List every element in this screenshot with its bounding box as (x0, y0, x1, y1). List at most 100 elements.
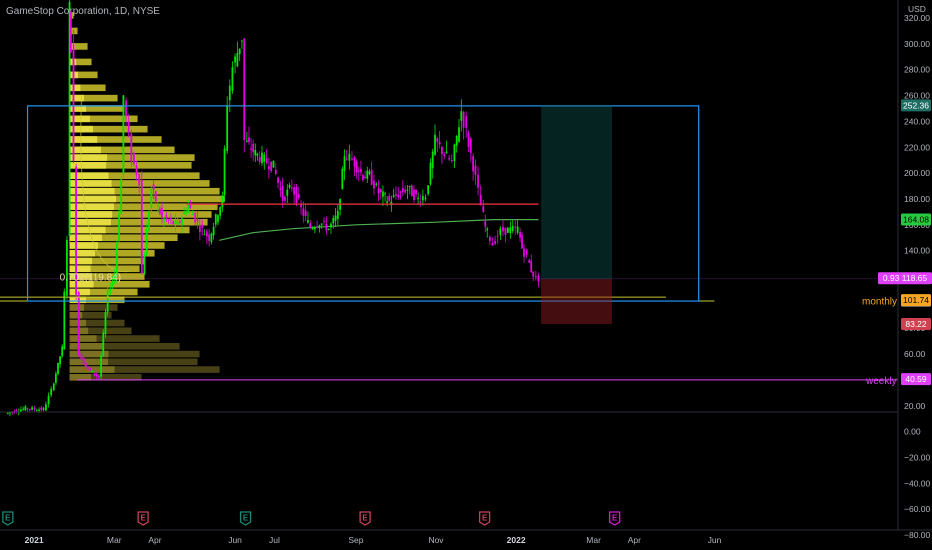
candle-body (499, 228, 502, 236)
earnings-event-letter: E (243, 514, 249, 523)
candle-body (427, 185, 430, 194)
candle-body (89, 367, 92, 370)
candle-body (248, 137, 250, 143)
candle-body (395, 193, 397, 196)
earnings-event-letter: E (482, 514, 488, 523)
candle-body (267, 166, 270, 170)
volume-profile (69, 12, 225, 381)
price-tag-label: 40.59 (905, 374, 927, 384)
candle-body (98, 375, 100, 378)
candle-body (448, 157, 451, 160)
candle-body (410, 185, 413, 197)
candle-body (250, 148, 252, 151)
candle-body (189, 204, 192, 209)
candle-body (462, 112, 465, 128)
candle-body (455, 135, 458, 146)
candle-body (534, 276, 537, 278)
candle-body (370, 170, 373, 185)
candle-body (521, 234, 523, 249)
candle-body (261, 152, 263, 164)
price-axis: USD320.00300.00280.00260.00240.00220.002… (0, 0, 932, 540)
candle-body (125, 100, 127, 117)
fib-label: 0.702(119.84) (60, 273, 122, 284)
candle-body (159, 208, 161, 214)
candle-body (223, 148, 226, 195)
candle-body (102, 332, 105, 356)
candle-body (35, 410, 38, 412)
candle-body (502, 226, 504, 232)
candle-body (336, 210, 339, 220)
candle-body (309, 223, 312, 228)
candle-body (167, 219, 170, 221)
earnings-event-icon[interactable]: E (137, 511, 149, 526)
x-tick-label: Mar (586, 535, 601, 545)
y-tick-label: 140.00 (904, 246, 930, 256)
position-loss-zone[interactable] (541, 279, 613, 325)
candle-body (231, 67, 234, 91)
candle-body (281, 186, 284, 202)
volume-profile-bar-core (69, 162, 107, 169)
candle-body (201, 224, 204, 228)
candle-body (174, 219, 177, 225)
candle-body (401, 187, 404, 193)
earnings-event-icon[interactable]: E (608, 511, 621, 526)
earnings-event-icon[interactable]: E (2, 511, 14, 526)
x-tick-label: Jul (269, 535, 280, 545)
candle-body (254, 149, 257, 156)
y-tick-label: −60.00 (904, 504, 931, 514)
candle-body (217, 215, 219, 223)
candle-body (191, 214, 194, 216)
price-chart[interactable]: monthlyweekly0.702(119.84) USD320.00300.… (0, 0, 932, 550)
candle-body (138, 174, 141, 186)
volume-profile-bar-core (69, 342, 103, 350)
candle-body (488, 236, 491, 242)
candle-body (241, 40, 243, 42)
earnings-event-icon[interactable]: E (478, 511, 491, 526)
candle-body (82, 357, 85, 365)
candle-body (196, 219, 199, 222)
candle-body (295, 186, 298, 204)
candle-body (228, 85, 231, 101)
candle-body (341, 168, 344, 190)
price-tag-label: 83.22 (905, 319, 927, 329)
candle-body (42, 408, 45, 410)
earnings-event-icon[interactable]: E (239, 511, 252, 526)
volume-profile-bar-core (69, 234, 102, 242)
volume-profile-bar-core (69, 84, 81, 92)
volume-profile-bar-core (69, 265, 91, 273)
price-tag: 252.36 (901, 99, 931, 112)
x-tick-label: Apr (148, 535, 161, 545)
candle-body (57, 362, 59, 375)
y-tick-label: 200.00 (904, 168, 930, 178)
y-tick-label: 0.00 (904, 427, 921, 437)
y-tick-label: 260.00 (904, 91, 930, 101)
earnings-event-letter: E (5, 514, 11, 523)
position-profit-zone[interactable] (541, 105, 613, 280)
candle-body (469, 138, 472, 153)
candle-body (288, 185, 291, 188)
candle-body (93, 373, 96, 375)
candle-body (318, 225, 321, 228)
candle-body (530, 261, 533, 272)
candle-body (474, 165, 477, 175)
candle-body (323, 220, 325, 222)
candle-body (465, 116, 468, 128)
candle-body (245, 140, 248, 142)
x-tick-label: Nov (428, 535, 444, 545)
candle-body (386, 201, 389, 203)
earnings-event-icon[interactable]: E (359, 511, 371, 526)
candle-body (293, 187, 296, 195)
weekly-label: weekly (865, 376, 897, 387)
candle-body (532, 271, 535, 277)
candle-body (28, 409, 31, 411)
candle-body (172, 220, 175, 225)
candle-body (263, 154, 266, 162)
candle-body (382, 191, 384, 197)
candle-body (236, 53, 239, 67)
volume-profile-bar-core (69, 358, 108, 366)
volume-profile-bar-core (69, 226, 106, 234)
y-tick-label: −80.00 (904, 530, 931, 540)
candle-body (348, 153, 351, 161)
price-tag: 164.08 (901, 213, 931, 226)
candle-body (406, 189, 409, 191)
